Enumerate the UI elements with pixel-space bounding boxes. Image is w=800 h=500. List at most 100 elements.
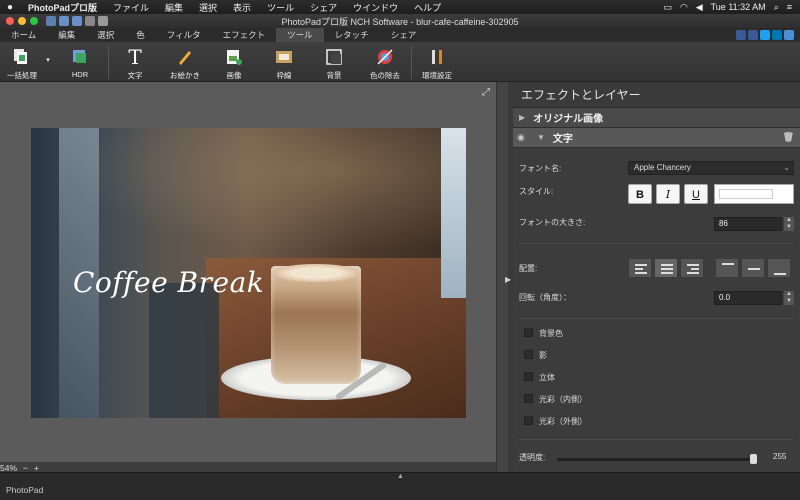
status-text: PhotoPad <box>6 485 44 495</box>
menu-file[interactable]: ファイル <box>105 1 157 14</box>
close-window-button[interactable] <box>6 17 14 25</box>
menu-select[interactable]: 選択 <box>191 1 225 14</box>
menu-tools[interactable]: ツール <box>259 1 302 14</box>
3d-checkbox[interactable] <box>524 372 533 381</box>
align-right-button[interactable] <box>680 258 704 278</box>
opacity-label: 透明度: <box>519 453 546 462</box>
tab-color[interactable]: 色 <box>125 28 156 42</box>
fullscreen-icon[interactable]: ⤢ <box>482 87 490 98</box>
tab-select[interactable]: 選択 <box>86 28 125 42</box>
save-icon[interactable] <box>46 16 56 26</box>
tab-filter[interactable]: フィルタ <box>156 28 212 42</box>
batch-dropdown[interactable]: ▾ <box>44 42 52 82</box>
font-size-input[interactable]: 86 <box>714 217 782 231</box>
copy-icon[interactable] <box>98 16 108 26</box>
rotation-stepper[interactable]: ▲ ▼ <box>784 291 794 305</box>
clock[interactable]: Tue 11:32 AM <box>711 2 766 12</box>
resize-handle-icon[interactable]: ▲ <box>397 473 404 480</box>
window-title: PhotoPadプロ版 NCH Software - blur-cafe-caf… <box>281 16 519 27</box>
hdr-button[interactable]: HDR <box>52 42 108 82</box>
menu-view[interactable]: 表示 <box>225 1 259 14</box>
twitter-icon[interactable] <box>760 30 770 40</box>
menu-share[interactable]: シェア <box>302 1 345 14</box>
draw-button[interactable]: お絵かき <box>161 42 209 82</box>
toolbar: 一括処理 ▾ HDR T 文字 お絵かき 画像 枠線 背景 色の除去 環境設定 <box>0 42 800 82</box>
list-icon[interactable]: ≡ <box>787 2 792 12</box>
help-icon[interactable] <box>784 30 794 40</box>
menu-help[interactable]: ヘルプ <box>406 1 449 14</box>
status-bar: ▲ PhotoPad <box>0 472 800 500</box>
horizontal-scrollbar[interactable] <box>0 462 500 472</box>
airplay-icon[interactable]: ▭ <box>663 2 672 13</box>
tab-share[interactable]: シェア <box>380 28 428 42</box>
outer-glow-label: 光彩（外側） <box>539 417 587 426</box>
italic-button[interactable]: I <box>656 184 680 204</box>
menu-window[interactable]: ウインドウ <box>345 1 406 14</box>
outer-glow-checkbox[interactable] <box>524 416 533 425</box>
facebook-icon[interactable] <box>748 30 758 40</box>
font-size-stepper[interactable]: ▲ ▼ <box>784 217 794 231</box>
rotation-input[interactable]: 0.0 <box>714 291 782 305</box>
opacity-slider-handle[interactable] <box>750 454 757 464</box>
align-center-button[interactable] <box>654 258 678 278</box>
image-button[interactable]: 画像 <box>209 42 259 82</box>
redo-icon[interactable] <box>72 16 82 26</box>
undo-icon[interactable] <box>59 16 69 26</box>
visibility-eye-icon[interactable]: ◉ <box>517 132 531 143</box>
hdr-icon <box>70 47 90 67</box>
valign-bottom-button[interactable] <box>767 258 791 278</box>
layer-original[interactable]: ▶ オリジナル画像 <box>513 108 800 128</box>
settings-button[interactable]: 環境設定 <box>412 42 462 82</box>
inner-glow-checkbox[interactable] <box>524 394 533 403</box>
search-icon[interactable]: ⌕ <box>774 2 779 13</box>
opacity-slider[interactable] <box>557 454 757 464</box>
apple-menu-icon[interactable]: ● <box>0 2 20 13</box>
collapse-icon[interactable]: ▼ <box>537 133 545 142</box>
layer-text[interactable]: ◉ ▼ 文字 🗑 <box>513 128 800 148</box>
canvas-area[interactable]: ⤢ Coffee Break <box>0 82 500 462</box>
background-color-label: 背景色 <box>539 329 563 338</box>
photo-canvas[interactable]: Coffee Break <box>31 128 466 418</box>
menu-app[interactable]: PhotoPadプロ版 <box>20 1 105 14</box>
image-icon <box>224 47 244 67</box>
tab-retouch[interactable]: レタッチ <box>324 28 380 42</box>
chevron-down-icon: ⌄ <box>783 163 790 172</box>
remove-color-button[interactable]: 色の除去 <box>359 42 411 82</box>
tab-effect[interactable]: エフェクト <box>212 28 277 42</box>
menu-edit[interactable]: 編集 <box>157 1 191 14</box>
expand-icon[interactable]: ▶ <box>519 113 525 122</box>
underline-button[interactable]: U <box>684 184 708 204</box>
opacity-value: 255 <box>773 452 787 461</box>
border-button[interactable]: 枠線 <box>259 42 309 82</box>
volume-icon[interactable]: ◀ <box>696 2 703 13</box>
text-color-swatch[interactable] <box>714 184 794 204</box>
minimize-window-button[interactable] <box>18 17 26 25</box>
tools-settings-icon <box>427 47 447 67</box>
shadow-label: 影 <box>539 351 547 360</box>
ribbon-tabs: ホーム 編集 選択 色 フィルタ エフェクト ツール レタッチ シェア <box>0 28 800 42</box>
font-select[interactable]: Apple Chancery ⌄ <box>628 161 794 175</box>
open-icon[interactable] <box>85 16 95 26</box>
panel-collapse-icon[interactable]: ▶ <box>505 275 511 284</box>
wifi-icon[interactable]: ◠ <box>680 2 688 13</box>
valign-middle-button[interactable] <box>741 258 765 278</box>
shadow-checkbox[interactable] <box>524 350 533 359</box>
canvas-text-layer[interactable]: Coffee Break <box>73 266 264 299</box>
batch-button[interactable]: 一括処理 <box>0 42 44 82</box>
like-icon[interactable] <box>736 30 746 40</box>
inner-glow-label: 光彩（内側） <box>539 395 587 404</box>
tab-home[interactable]: ホーム <box>0 28 47 42</box>
zoom-window-button[interactable] <box>30 17 38 25</box>
style-label: スタイル: <box>519 187 554 196</box>
tab-edit[interactable]: 編集 <box>47 28 86 42</box>
bold-button[interactable]: B <box>628 184 652 204</box>
trash-icon[interactable]: 🗑 <box>783 132 794 143</box>
valign-top-button[interactable] <box>715 258 739 278</box>
text-button[interactable]: T 文字 <box>109 42 161 82</box>
background-color-checkbox[interactable] <box>524 328 533 337</box>
background-button[interactable]: 背景 <box>309 42 359 82</box>
align-left-button[interactable] <box>628 258 652 278</box>
tab-tools[interactable]: ツール <box>276 28 324 42</box>
linkedin-icon[interactable] <box>772 30 782 40</box>
frame-icon <box>274 47 294 67</box>
